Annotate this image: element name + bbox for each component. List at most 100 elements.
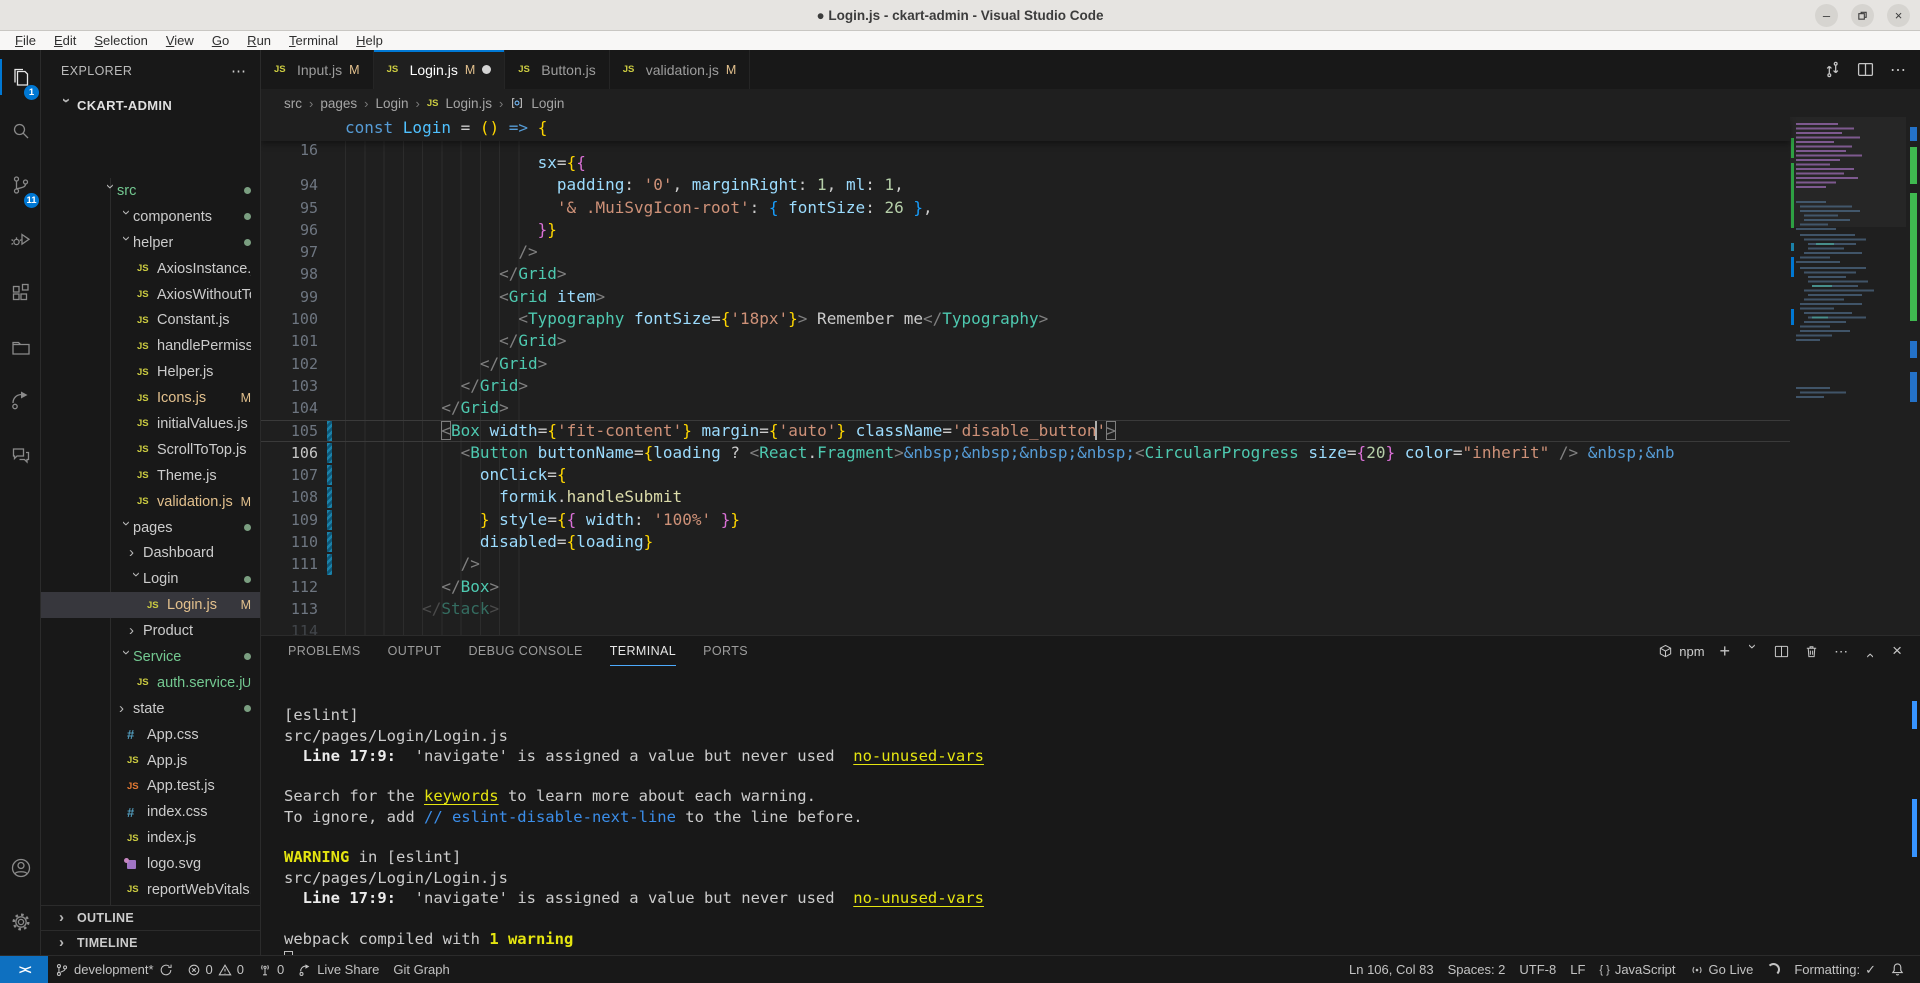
code-line[interactable]: 114 </Stack> <box>261 598 1790 620</box>
breadcrumb-item[interactable]: pages <box>320 96 357 111</box>
tree-item[interactable]: › helper <box>41 230 261 256</box>
code-line[interactable]: 105 </Grid> <box>261 397 1790 419</box>
tab-login-js[interactable]: Login.js M <box>374 50 506 89</box>
tab-validation-js[interactable]: validation.js M <box>610 50 751 89</box>
menu-item[interactable]: View <box>157 31 203 50</box>
code-line[interactable]: 111 disabled={loading} <box>261 531 1790 553</box>
restore-button[interactable] <box>1851 4 1874 27</box>
sidebar-item-search[interactable] <box>0 104 41 158</box>
menu-item[interactable]: Edit <box>45 31 85 50</box>
terminal-dropdown-icon[interactable]: › <box>1745 644 1759 658</box>
tab-button-js[interactable]: Button.js <box>505 50 609 89</box>
sidebar-item-live-share[interactable] <box>0 374 41 428</box>
tree-item[interactable]: Helper.js <box>41 359 261 385</box>
menu-item[interactable]: Terminal <box>280 31 347 50</box>
sidebar-more-actions-icon[interactable]: ⋯ <box>231 62 246 80</box>
notifications-item[interactable] <box>1883 956 1912 983</box>
tree-item[interactable]: Icons.js M <box>41 385 261 411</box>
tree-item[interactable]: › pages <box>41 515 261 541</box>
encoding-item[interactable]: UTF-8 <box>1512 956 1563 983</box>
panel-more-actions-icon[interactable]: ⋯ <box>1834 643 1848 660</box>
code-line[interactable]: 99 </Grid> <box>261 263 1790 285</box>
more-actions-icon[interactable]: ⋯ <box>1890 60 1906 80</box>
sidebar-item-run-debug[interactable] <box>0 212 41 266</box>
formatting-item[interactable]: Formatting: ✓ <box>1787 956 1883 983</box>
settings-gear-icon[interactable] <box>0 895 41 949</box>
split-editor-icon[interactable] <box>1857 61 1874 78</box>
code-line[interactable]: 112 /> <box>261 553 1790 575</box>
workspace-section-header[interactable]: › CKART-ADMIN <box>41 92 260 118</box>
tree-item[interactable]: AxiosWithoutTok... <box>41 282 261 308</box>
problems-item[interactable]: 0 0 <box>180 956 251 983</box>
breadcrumb-item[interactable]: Login <box>531 96 564 111</box>
timeline-section[interactable]: › TIMELINE <box>41 930 261 955</box>
tree-item[interactable]: › Dashboard <box>41 540 261 566</box>
tree-item[interactable]: logo.svg <box>41 851 261 877</box>
sidebar-item-source-control[interactable]: 11 <box>0 158 41 212</box>
tree-item[interactable]: ScrollToTop.js <box>41 437 261 463</box>
tree-item[interactable]: index.js <box>41 825 261 851</box>
code-line[interactable]: 103 </Grid> <box>261 353 1790 375</box>
menu-item[interactable]: Run <box>238 31 280 50</box>
sticky-scroll-line[interactable]: 16 const Login = () => { <box>261 117 1790 141</box>
sidebar-item-folder-extension[interactable] <box>0 320 41 374</box>
kill-terminal-trash-icon[interactable] <box>1804 644 1819 659</box>
go-live-item[interactable]: Go Live <box>1683 956 1761 983</box>
menu-item[interactable]: File <box>6 31 45 50</box>
tree-item[interactable]: › state <box>41 696 261 722</box>
panel-tab[interactable]: PORTS <box>703 636 748 666</box>
terminal-profile[interactable]: npm <box>1658 644 1704 659</box>
tree-item[interactable]: › components <box>41 204 261 230</box>
sidebar-item-extensions[interactable] <box>0 266 41 320</box>
tree-item[interactable]: index.css <box>41 799 261 825</box>
terminal-link[interactable]: keywords <box>424 787 499 805</box>
account-icon[interactable] <box>0 841 41 895</box>
overview-ruler[interactable] <box>1906 117 1920 635</box>
tree-item[interactable]: reportWebVitals.js <box>41 877 261 903</box>
menu-item[interactable]: Selection <box>85 31 156 50</box>
code-line[interactable]: 102 </Grid> <box>261 330 1790 352</box>
terminal-link[interactable]: no-unused-vars <box>853 889 984 907</box>
code-line[interactable]: 113 </Box> <box>261 576 1790 598</box>
tree-item[interactable]: handlePermission.js <box>41 333 261 359</box>
remote-indicator[interactable]: >< <box>0 956 48 983</box>
tree-item[interactable]: App.css <box>41 722 261 748</box>
eol-item[interactable]: LF <box>1563 956 1592 983</box>
panel-tab[interactable]: DEBUG CONSOLE <box>468 636 582 666</box>
minimap[interactable] <box>1790 117 1906 635</box>
breadcrumb-item[interactable]: Login.js <box>446 96 493 111</box>
tree-item[interactable]: Login.js M <box>41 592 261 618</box>
close-panel-icon[interactable]: × <box>1892 641 1902 661</box>
new-terminal-icon[interactable]: + <box>1720 641 1731 662</box>
code-line[interactable]: 108 onClick={ <box>261 464 1790 486</box>
sidebar-item-comments[interactable] <box>0 428 41 482</box>
breadcrumb-item[interactable]: src <box>284 96 302 111</box>
tree-item[interactable]: App.js <box>41 748 261 774</box>
tab-input-js[interactable]: Input.js M <box>261 50 374 89</box>
tree-item[interactable]: › Service <box>41 644 261 670</box>
ports-item[interactable]: 0 <box>251 956 291 983</box>
menu-item[interactable]: Go <box>203 31 238 50</box>
tree-item[interactable]: auth.service.js U <box>41 670 261 696</box>
tree-item[interactable]: › Product <box>41 618 261 644</box>
minimize-button[interactable]: – <box>1815 4 1838 27</box>
code-line[interactable]: 98 /> <box>261 241 1790 263</box>
tree-item[interactable]: › Login <box>41 566 261 592</box>
breadcrumb-item[interactable]: Login <box>375 96 408 111</box>
tree-item[interactable]: App.test.js <box>41 773 261 799</box>
terminal-output[interactable]: [eslint] src/pages/Login/Login.js Line 1… <box>284 685 1900 955</box>
indentation-item[interactable]: Spaces: 2 <box>1441 956 1513 983</box>
code-line[interactable]: 107 <Button buttonName={loading ? <React… <box>261 442 1790 464</box>
terminal-link[interactable]: no-unused-vars <box>853 747 984 765</box>
close-button[interactable]: × <box>1887 4 1910 27</box>
language-mode-item[interactable]: { } JavaScript <box>1592 956 1682 983</box>
code-line[interactable]: 96 '& .MuiSvgIcon-root': { fontSize: 26 … <box>261 197 1790 219</box>
live-share-item[interactable]: Live Share <box>291 956 386 983</box>
tree-item[interactable]: › src <box>41 178 261 204</box>
swap-changes-icon[interactable] <box>1824 61 1841 78</box>
code-line[interactable]: 110 } style={{ width: '100%' }} <box>261 509 1790 531</box>
code-line[interactable]: 101 <Typography fontSize={'18px'}> Remem… <box>261 308 1790 330</box>
sidebar-item-explorer[interactable]: 1 <box>0 50 41 104</box>
code-line[interactable]: 97 }} <box>261 219 1790 241</box>
split-terminal-icon[interactable] <box>1774 644 1789 659</box>
